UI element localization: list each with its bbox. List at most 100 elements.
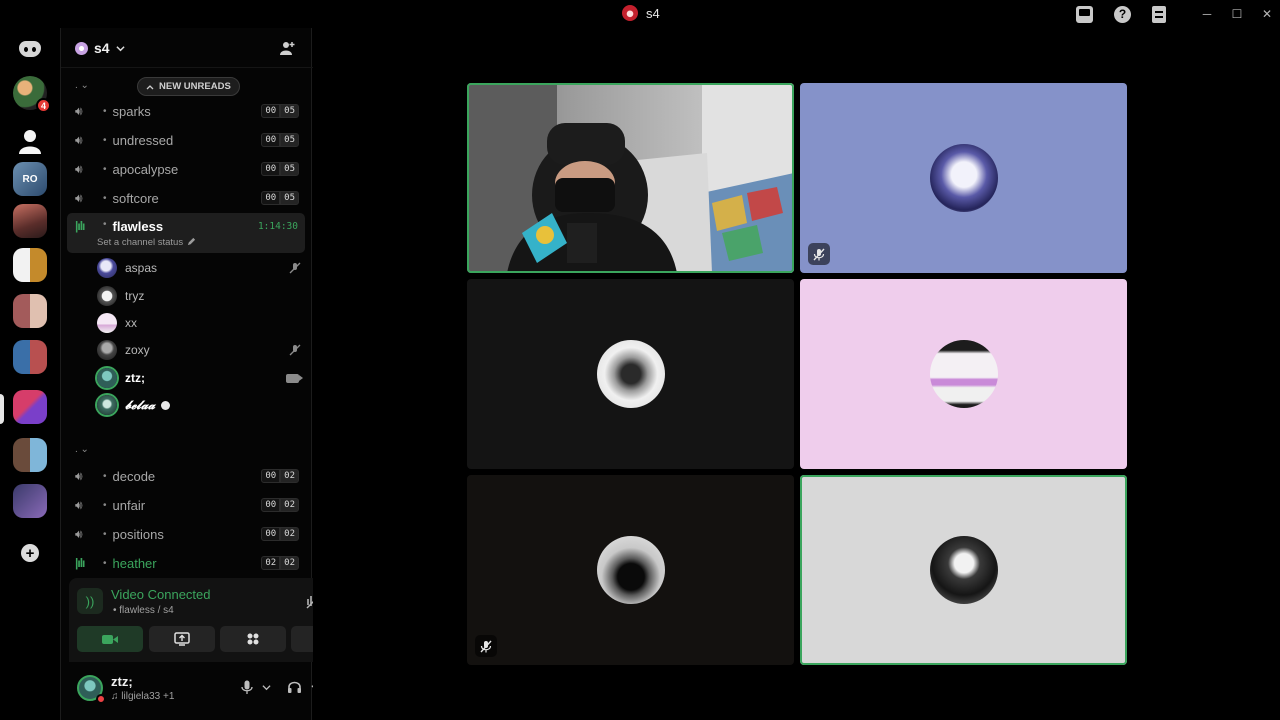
video-tile-xx[interactable] (800, 279, 1127, 469)
window-title-text: s4 (646, 5, 660, 21)
screen-share-button[interactable] (149, 626, 215, 652)
camera-button[interactable] (77, 626, 143, 652)
help-icon[interactable]: ? (1114, 5, 1131, 23)
video-tile-tryz[interactable] (467, 279, 794, 469)
server-flower-icon (75, 41, 88, 55)
server-icon-2[interactable] (13, 124, 47, 158)
user-limit-badge: 00 02 (261, 498, 299, 512)
voice-channel-sparks[interactable]: 🔊︎ • sparks 00 05 (67, 99, 305, 123)
headphones-icon[interactable] (287, 680, 302, 694)
title-bar: s4 ? ─ ☐ ✕ (0, 0, 1280, 28)
channel-timer: 1:14:30 (257, 221, 298, 232)
server-folder-2[interactable] (13, 294, 47, 328)
maximize-button[interactable]: ☐ (1222, 7, 1252, 21)
minimize-button[interactable]: ─ (1192, 7, 1222, 21)
server-folder-5[interactable] (13, 438, 47, 472)
window-title: s4 (622, 5, 660, 21)
speaker-icon: 🔊︎ (75, 161, 83, 176)
video-tile-camera[interactable] (467, 83, 794, 273)
server-folder-4[interactable] (13, 390, 47, 424)
voice-channel-softcore[interactable]: 🔊︎ • softcore 00 05 (67, 186, 305, 210)
server-icon-1[interactable]: 4 (13, 76, 51, 113)
avatar (97, 395, 117, 415)
voice-channel-apocalypse[interactable]: 🔊︎ • apocalypse 00 05 (67, 157, 305, 181)
mention-badge: 4 (36, 98, 51, 113)
chevron-down-icon[interactable] (262, 684, 271, 691)
voice-member-zoxy[interactable]: zoxy (97, 339, 307, 361)
channel-name: unfair (112, 497, 146, 513)
signal-icon[interactable]: )) (77, 588, 103, 614)
voice-channel-flawless[interactable]: |ılı • flawless 1:14:30 Set a channel sta… (67, 213, 305, 253)
channel-name: flawless (112, 219, 164, 234)
user-limit-badge: 00 05 (261, 162, 299, 176)
new-unreads-button[interactable]: NEW UNREADS (137, 77, 240, 96)
voice-member-aspas[interactable]: aspas (97, 257, 307, 279)
voice-member-ztz[interactable]: ztz; (97, 367, 307, 389)
microphone-icon[interactable] (241, 680, 253, 695)
inbox-icon[interactable] (1076, 5, 1093, 23)
channel-name: undressed (112, 132, 174, 148)
discord-logo-icon (19, 41, 41, 57)
close-button[interactable]: ✕ (1252, 7, 1280, 21)
voice-channel-undressed[interactable]: 🔊︎ • undressed 00 05 (67, 128, 305, 152)
camera-feed (467, 83, 794, 273)
server-folder-1[interactable] (13, 248, 47, 282)
voice-channel-positions[interactable]: 🔊︎ • positions 00 02 (67, 522, 305, 546)
plus-icon: + (21, 544, 39, 562)
server-header[interactable]: s4 (61, 28, 313, 68)
invite-people-icon[interactable] (279, 40, 295, 56)
speaker-icon: 🔊︎ (75, 497, 83, 512)
channel-name: heather (112, 555, 157, 571)
avatar (97, 313, 117, 333)
video-tile-aspas[interactable] (800, 83, 1127, 273)
voice-location[interactable]: • flawless / s4 (113, 605, 174, 616)
user-limit-badge: 00 05 (261, 191, 299, 205)
participant-avatar (929, 340, 998, 408)
server-icon-5[interactable] (13, 484, 47, 518)
video-tile-zoxy[interactable] (467, 475, 794, 665)
server-icon-4[interactable] (13, 204, 47, 238)
changelog-icon[interactable] (1152, 5, 1166, 23)
voice-member-xx[interactable]: xx (97, 312, 307, 334)
muted-indicator (808, 243, 830, 265)
voice-activity-icon: |ılı (75, 219, 85, 233)
add-server-button[interactable]: + (13, 536, 47, 570)
video-tile-belaa[interactable] (800, 475, 1127, 665)
username[interactable]: ztz; (111, 674, 133, 689)
participant-avatar (929, 144, 998, 212)
category-header-2[interactable]: . ⌄ (75, 444, 89, 455)
participant-avatar (929, 536, 998, 604)
activities-icon (247, 633, 259, 645)
voice-status[interactable]: Video Connected (111, 587, 211, 602)
new-unreads-label: NEW UNREADS (159, 81, 231, 92)
set-channel-status[interactable]: Set a channel status (97, 237, 196, 248)
server-folder-3[interactable] (13, 340, 47, 374)
category-header-1[interactable]: . ⌄ (75, 80, 89, 91)
category-name-1: . (75, 80, 78, 91)
user-activity: ♫ lilgiela33 +1 (111, 691, 175, 702)
voice-channel-heather[interactable]: |ılı • heather 02 02 (67, 551, 305, 575)
heart-icon (161, 400, 171, 410)
server-icon-3[interactable]: RO (13, 162, 47, 196)
voice-activity-icon: |ılı (75, 556, 85, 570)
participant-avatar (596, 340, 665, 408)
voice-channel-decode[interactable]: 🔊︎ • decode 00 02 (67, 464, 305, 488)
user-limit-badge: 00 05 (261, 104, 299, 118)
voice-member-tryz[interactable]: tryz (97, 285, 307, 307)
speaker-icon: 🔊︎ (75, 190, 83, 205)
mic-muted-icon (813, 248, 825, 260)
activities-button[interactable] (220, 626, 286, 652)
mic-muted-icon (289, 344, 301, 356)
speaker-icon: 🔊︎ (75, 103, 83, 118)
speaker-icon: 🔊︎ (75, 132, 83, 147)
user-limit-badge: 00 05 (261, 133, 299, 147)
server-rail: 4 RO + (0, 28, 60, 720)
voice-member-belaa[interactable]: 𝓫𝓮𝓵𝓪𝓪 (97, 394, 307, 416)
channel-name: sparks (112, 103, 151, 119)
mic-muted-icon (480, 640, 492, 652)
channel-name: apocalypse (112, 161, 179, 177)
voice-channel-unfair[interactable]: 🔊︎ • unfair 00 02 (67, 493, 305, 517)
home-button[interactable] (13, 32, 47, 66)
user-limit-badge: 02 02 (261, 556, 299, 570)
channel-name: positions (112, 526, 164, 542)
